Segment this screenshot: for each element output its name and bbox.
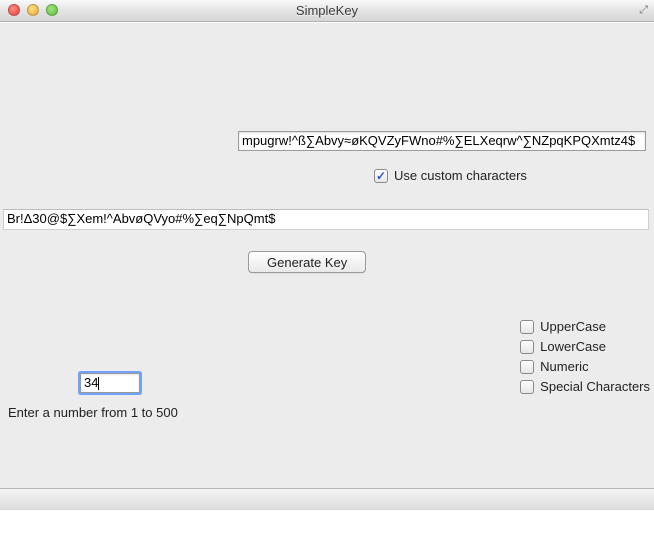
checkbox-icon (520, 380, 534, 394)
lowercase-label: LowerCase (540, 339, 606, 354)
checkbox-icon (374, 169, 388, 183)
checkbox-icon (520, 340, 534, 354)
uppercase-checkbox[interactable]: UpperCase (520, 319, 650, 334)
uppercase-label: UpperCase (540, 319, 606, 334)
checkbox-icon (520, 320, 534, 334)
minimize-icon[interactable] (27, 4, 39, 16)
text-caret-icon (98, 377, 99, 390)
content-area: mpugrw!^ß∑Abvy≈øKQVZyFWno#%∑ELXeqrw^∑NZp… (0, 22, 654, 510)
length-input-value: 34 (84, 375, 98, 390)
generate-key-button-label: Generate Key (267, 255, 347, 270)
lowercase-checkbox[interactable]: LowerCase (520, 339, 650, 354)
length-hint: Enter a number from 1 to 500 (8, 405, 178, 420)
resize-icon[interactable]: ⤢ (639, 4, 648, 17)
window-controls (8, 4, 58, 16)
window-title: SimpleKey (296, 3, 358, 18)
special-characters-label: Special Characters (540, 379, 650, 394)
character-options: UpperCase LowerCase Numeric Special Char… (520, 319, 650, 394)
use-custom-characters-label: Use custom characters (394, 168, 527, 183)
generated-key-output[interactable]: Br!Δ30@$∑Xem!^AbvøQVyo#%∑eq∑NpQmt$ (3, 209, 649, 230)
numeric-checkbox[interactable]: Numeric (520, 359, 650, 374)
checkbox-icon (520, 360, 534, 374)
titlebar: SimpleKey ⤢ (0, 0, 654, 22)
generate-key-button[interactable]: Generate Key (248, 251, 366, 273)
custom-characters-input[interactable]: mpugrw!^ß∑Abvy≈øKQVZyFWno#%∑ELXeqrw^∑NZp… (238, 131, 646, 151)
length-input[interactable]: 34 (80, 373, 140, 393)
status-bar (0, 488, 654, 510)
special-characters-checkbox[interactable]: Special Characters (520, 379, 650, 394)
use-custom-characters-checkbox[interactable]: Use custom characters (374, 168, 527, 183)
zoom-icon[interactable] (46, 4, 58, 16)
close-icon[interactable] (8, 4, 20, 16)
numeric-label: Numeric (540, 359, 588, 374)
